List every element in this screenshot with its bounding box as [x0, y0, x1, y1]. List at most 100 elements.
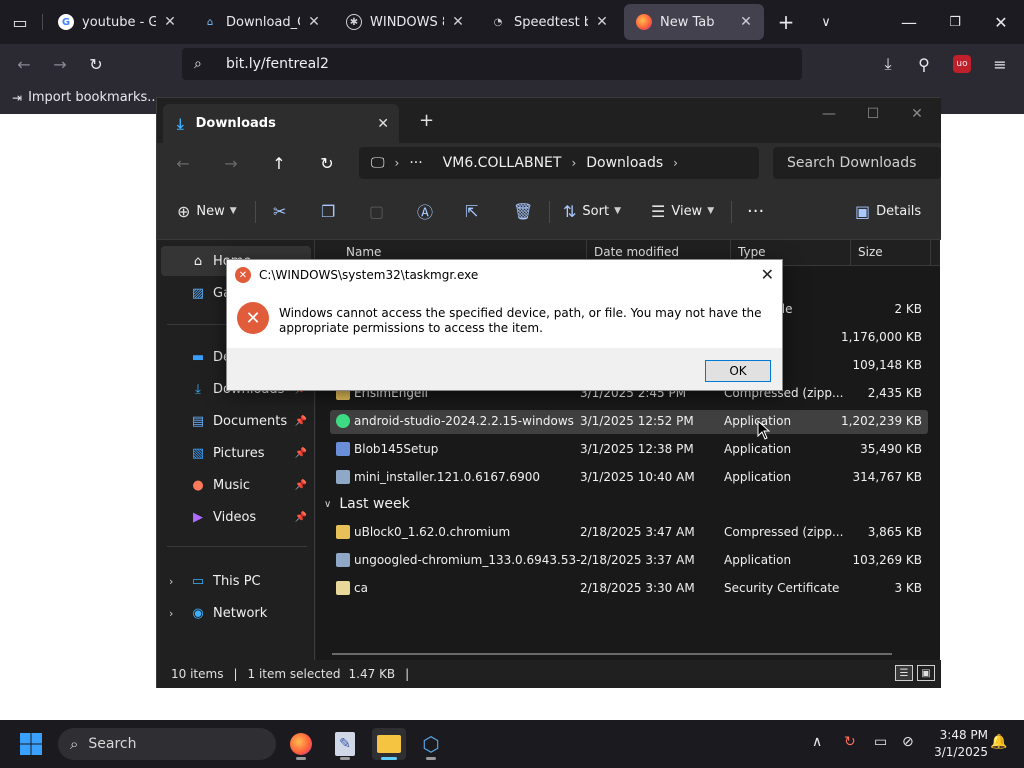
sidebar-item-this-pc[interactable]: › ▭ This PC: [161, 566, 311, 596]
column-divider[interactable]: [850, 240, 851, 266]
forward-arrow-icon[interactable]: →: [217, 149, 245, 177]
taskbar-firefox[interactable]: [284, 728, 318, 760]
back-arrow-icon[interactable]: ←: [12, 52, 36, 76]
browser-tab-speedtest[interactable]: ◔ Speedtest by Oo ✕: [478, 4, 620, 40]
column-date[interactable]: Date modified: [594, 245, 679, 259]
browser-tab-download-old[interactable]: ⌂ Download_Old_P ✕: [190, 4, 332, 40]
restore-icon[interactable]: ❐: [940, 10, 970, 34]
sync-icon[interactable]: ↻: [844, 734, 856, 750]
taskbar-app-2[interactable]: ✎: [328, 728, 362, 760]
gallery-icon: ▨: [191, 285, 205, 301]
refresh-icon[interactable]: ↻: [313, 149, 341, 177]
hamburger-menu-icon[interactable]: ≡: [988, 52, 1012, 76]
taskbar-search-box[interactable]: ⌕ Search: [58, 728, 276, 760]
table-row[interactable]: Blob145Setup 3/1/2025 12:38 PM Applicati…: [330, 438, 928, 462]
system-clock[interactable]: 3:48 PM 3/1/2025: [924, 727, 988, 761]
column-divider[interactable]: [930, 240, 931, 266]
url-bar[interactable]: ⌕ bit.ly/fentreal2: [182, 48, 802, 80]
table-row[interactable]: uBlock0_1.62.0.chromium 2/18/2025 3:47 A…: [330, 521, 928, 545]
minimize-icon[interactable]: —: [807, 102, 851, 126]
close-window-icon[interactable]: ✕: [986, 10, 1016, 34]
reload-icon[interactable]: ↻: [84, 52, 108, 76]
start-button[interactable]: [14, 728, 48, 760]
new-tab-plus-icon[interactable]: +: [774, 10, 798, 34]
more-icon[interactable]: ···: [409, 155, 422, 171]
taskbar-file-explorer[interactable]: [372, 728, 406, 760]
import-bookmarks-link[interactable]: ⇥ Import bookmarks...: [12, 90, 160, 105]
error-dialog: ✕ C:\WINDOWS\system32\taskmgr.exe ✕ ✕ Wi…: [226, 259, 783, 391]
breadcrumb-downloads[interactable]: Downloads: [586, 155, 663, 171]
close-icon[interactable]: ✕: [594, 14, 610, 30]
chevron-down-icon[interactable]: ∨: [814, 10, 838, 34]
rename-button[interactable]: Ⓐ: [417, 197, 439, 225]
status-selected: 1 item selected: [247, 667, 341, 681]
table-row[interactable]: ca 2/18/2025 3:30 AM Security Certificat…: [330, 577, 928, 601]
close-icon[interactable]: ✕: [377, 116, 389, 132]
ublock-icon[interactable]: uo: [950, 52, 974, 76]
dialog-body: ✕ Windows cannot access the specified de…: [227, 290, 782, 348]
cut-button[interactable]: ✂: [273, 197, 292, 225]
table-row[interactable]: ungoogled-chromium_133.0.6943.53-1.1... …: [330, 549, 928, 573]
close-icon[interactable]: ✕: [450, 14, 466, 30]
explorer-tab-downloads[interactable]: ⤓ Downloads ✕: [163, 104, 399, 143]
notification-bell-icon[interactable]: 🔔: [990, 734, 1007, 750]
browser-tab-windows[interactable]: ✱ WINDOWS 8.2 V ✕: [334, 4, 476, 40]
breadcrumb-vm6[interactable]: VM6.COLLABNET: [443, 155, 562, 171]
new-button[interactable]: ⊕ New ▼: [177, 197, 237, 225]
delete-button[interactable]: 🗑: [513, 197, 539, 225]
display-icon[interactable]: ▭: [874, 734, 887, 750]
sidebar-item-videos[interactable]: ▶ Videos 📌: [161, 502, 311, 532]
table-row[interactable]: android-studio-2024.2.2.15-windows 3/1/2…: [330, 410, 928, 434]
paste-button[interactable]: ▢: [369, 197, 390, 225]
sidebar-item-pictures[interactable]: ▧ Pictures 📌: [161, 438, 311, 468]
column-type[interactable]: Type: [738, 245, 766, 259]
taskbar-virtualbox[interactable]: ⬡: [414, 728, 448, 760]
downloads-icon[interactable]: ⤓: [876, 52, 900, 76]
tab-list-icon[interactable]: ▭: [8, 10, 32, 34]
group-header-last-week[interactable]: ∨ Last week: [324, 496, 410, 512]
view-button[interactable]: ☰ View ▼: [651, 197, 714, 225]
horizontal-scrollbar[interactable]: [332, 653, 892, 655]
sort-button[interactable]: ⇅ Sort ▼: [563, 197, 621, 225]
browser-tab-new-tab[interactable]: New Tab ✕: [624, 4, 764, 40]
sidebar-item-network[interactable]: › ◉ Network: [161, 598, 311, 628]
close-icon[interactable]: ✕: [738, 14, 754, 30]
search-input[interactable]: Search Downloads: [773, 147, 941, 179]
close-icon[interactable]: ✕: [761, 265, 774, 284]
chevron-up-icon[interactable]: ∧: [812, 734, 822, 750]
column-name[interactable]: Name: [346, 245, 381, 259]
maximize-icon[interactable]: ☐: [851, 102, 895, 126]
extensions-icon[interactable]: ⚲: [912, 52, 936, 76]
ok-button[interactable]: OK: [705, 360, 771, 382]
sort-icon: ⇅: [563, 201, 577, 221]
details-view-icon[interactable]: ☰: [895, 665, 913, 681]
up-arrow-icon[interactable]: ↑: [265, 149, 293, 177]
new-tab-plus-icon[interactable]: +: [419, 110, 434, 131]
network-offline-icon[interactable]: ⊘: [902, 734, 914, 750]
cell-name: uBlock0_1.62.0.chromium: [354, 525, 511, 539]
sidebar-item-music[interactable]: ● Music 📌: [161, 470, 311, 500]
minimize-icon[interactable]: —: [894, 10, 924, 34]
status-divider: |: [233, 667, 238, 681]
close-icon[interactable]: ✕: [162, 14, 178, 30]
computer-icon: ▭: [191, 573, 205, 589]
tiles-view-icon[interactable]: ▣: [917, 665, 935, 681]
table-row[interactable]: mini_installer.121.0.6167.6900 3/1/2025 …: [330, 466, 928, 490]
share-button[interactable]: ⇱: [465, 197, 484, 225]
more-options-button[interactable]: ···: [747, 197, 764, 225]
pin-icon: 📌: [294, 479, 307, 491]
details-button[interactable]: ▣ Details: [855, 197, 921, 225]
close-window-icon[interactable]: ✕: [895, 102, 939, 126]
chevron-right-icon[interactable]: ›: [169, 575, 173, 588]
copy-button[interactable]: ❐: [321, 197, 341, 225]
column-size[interactable]: Size: [858, 245, 883, 259]
cell-size: 3 KB: [894, 581, 922, 595]
breadcrumb[interactable]: 🖵 › ··· VM6.COLLABNET › Downloads ›: [359, 147, 759, 179]
browser-tab-youtube[interactable]: G youtube - Google ✕: [46, 4, 188, 40]
sidebar-item-documents[interactable]: ▤ Documents 📌: [161, 406, 311, 436]
sidebar-separator: [167, 546, 307, 547]
back-arrow-icon[interactable]: ←: [169, 149, 197, 177]
chevron-right-icon[interactable]: ›: [169, 607, 173, 620]
close-icon[interactable]: ✕: [306, 14, 322, 30]
forward-arrow-icon[interactable]: →: [48, 52, 72, 76]
